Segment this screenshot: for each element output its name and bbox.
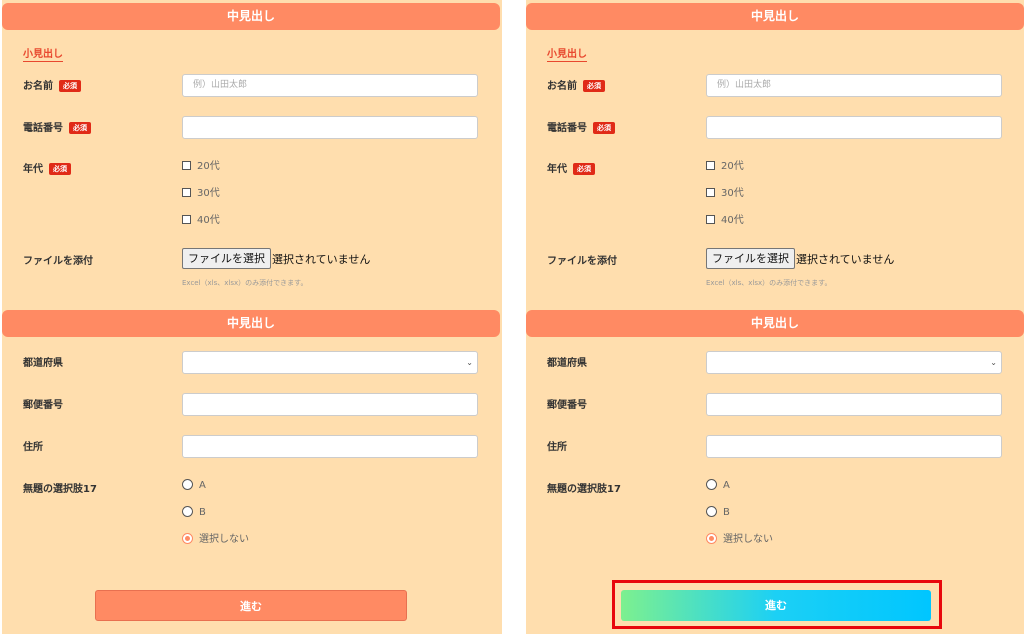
option-label: 40代 [721,215,744,226]
option-label: 20代 [197,161,220,172]
phone-label-text: 電話番号 [23,123,63,134]
chevron-down-icon: ⌄ [990,358,997,367]
submit-button[interactable]: 進む [95,590,407,621]
required-badge: 必須 [69,122,91,134]
option-label: A [723,480,730,491]
required-badge: 必須 [49,163,71,175]
file-select-button[interactable]: ファイルを選択 [182,248,271,269]
file-label: ファイルを添付 [23,256,93,267]
address-label: 住所 [547,442,567,453]
file-status: 選択されていません [272,253,371,266]
age-checkbox-30s[interactable]: 30代 [706,187,744,201]
choice-label: 無題の選択肢17 [547,484,621,495]
choice-radio-a[interactable]: A [706,479,730,493]
option-label: 30代 [197,188,220,199]
radio-icon [706,479,717,490]
radio-icon [182,479,193,490]
age-label-text: 年代 [23,164,43,175]
age-label: 年代 必須 [23,160,71,175]
phone-input[interactable] [706,116,1002,139]
prefecture-select[interactable]: ⌄ [182,351,478,374]
name-label: お名前 必須 [23,77,81,92]
choice-label: 無題の選択肢17 [23,484,97,495]
name-input[interactable]: 例）山田太郎 [706,74,1002,97]
subheading: 小見出し [547,45,587,62]
option-label: 選択しない [199,534,249,545]
checkbox-icon [706,188,715,197]
phone-input[interactable] [182,116,478,139]
prefecture-label: 都道府県 [547,358,587,369]
section-heading: 中見出し [526,310,1024,337]
choice-radio-none[interactable]: 選択しない [182,533,249,547]
zip-input[interactable] [706,393,1002,416]
name-label-text: お名前 [547,81,577,92]
option-label: B [199,507,206,518]
zip-label: 郵便番号 [23,400,63,411]
choice-radio-b[interactable]: B [706,506,730,520]
section-heading: 中見出し [2,310,500,337]
option-label: 選択しない [723,534,773,545]
required-badge: 必須 [593,122,615,134]
radio-selected-icon [182,533,193,544]
form-panel-right: 中見出し 小見出し お名前 必須 例）山田太郎 電話番号 必須 年代 必須 20代 3… [526,0,1024,634]
chevron-down-icon: ⌄ [466,358,473,367]
file-note: Excel（xls、xlsx）のみ添付できます。 [706,279,832,287]
checkbox-icon [182,161,191,170]
section-heading: 中見出し [2,3,500,30]
age-checkbox-20s[interactable]: 20代 [706,160,744,174]
address-input[interactable] [182,435,478,458]
zip-label: 郵便番号 [547,400,587,411]
phone-label: 電話番号 必須 [547,119,615,134]
address-input[interactable] [706,435,1002,458]
age-label-text: 年代 [547,164,567,175]
phone-label-text: 電話番号 [547,123,587,134]
name-input[interactable]: 例）山田太郎 [182,74,478,97]
option-label: B [723,507,730,518]
subheading: 小見出し [23,45,63,62]
radio-selected-icon [706,533,717,544]
choice-radio-none[interactable]: 選択しない [706,533,773,547]
required-badge: 必須 [573,163,595,175]
option-label: 30代 [721,188,744,199]
file-note: Excel（xls、xlsx）のみ添付できます。 [182,279,308,287]
option-label: 20代 [721,161,744,172]
age-checkbox-40s[interactable]: 40代 [182,214,220,228]
option-label: 40代 [197,215,220,226]
prefecture-select[interactable]: ⌄ [706,351,1002,374]
address-label: 住所 [23,442,43,453]
required-badge: 必須 [59,80,81,92]
choice-radio-a[interactable]: A [182,479,206,493]
required-badge: 必須 [583,80,605,92]
age-checkbox-30s[interactable]: 30代 [182,187,220,201]
file-select-button[interactable]: ファイルを選択 [706,248,795,269]
checkbox-icon [706,161,715,170]
radio-icon [182,506,193,517]
checkbox-icon [182,188,191,197]
age-checkbox-40s[interactable]: 40代 [706,214,744,228]
zip-input[interactable] [182,393,478,416]
age-label: 年代 必須 [547,160,595,175]
radio-icon [706,506,717,517]
file-status: 選択されていません [796,253,895,266]
age-checkbox-20s[interactable]: 20代 [182,160,220,174]
checkbox-icon [182,215,191,224]
highlight-box [612,580,942,629]
checkbox-icon [706,215,715,224]
form-panel-left: 中見出し 小見出し お名前 必須 例）山田太郎 電話番号 必須 年代 必須 20代 3… [2,0,502,634]
phone-label: 電話番号 必須 [23,119,91,134]
file-label: ファイルを添付 [547,256,617,267]
name-label-text: お名前 [23,81,53,92]
prefecture-label: 都道府県 [23,358,63,369]
choice-radio-b[interactable]: B [182,506,206,520]
section-heading: 中見出し [526,3,1024,30]
name-label: お名前 必須 [547,77,605,92]
option-label: A [199,480,206,491]
